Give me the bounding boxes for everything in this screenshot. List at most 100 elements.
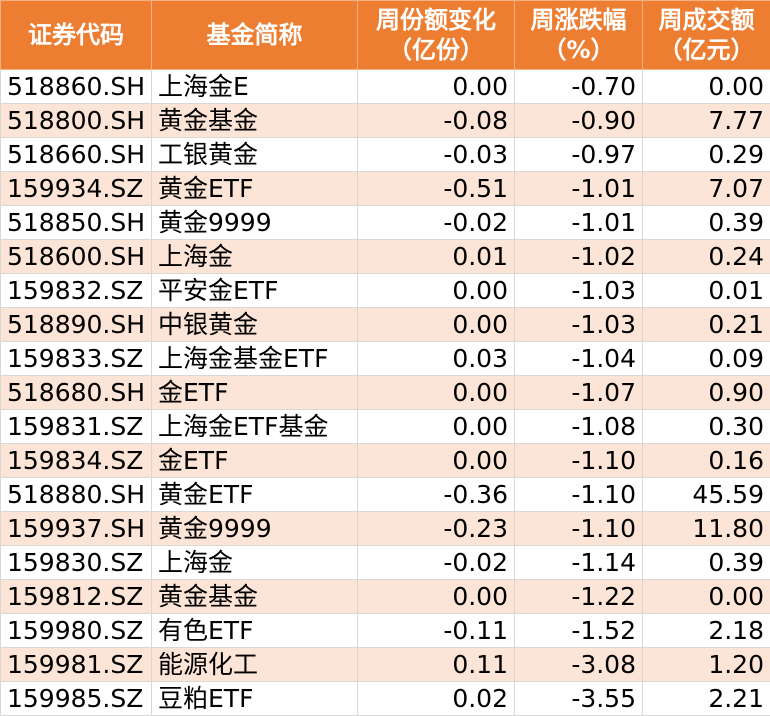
header-weekly-return-unit: （%） xyxy=(519,35,638,65)
cell-weekly-turnover: 7.07 xyxy=(643,172,770,206)
cell-security-code: 159832.SZ xyxy=(1,274,152,308)
cell-weekly-turnover: 0.09 xyxy=(643,342,770,376)
cell-security-code: 518850.SH xyxy=(1,206,152,240)
cell-security-code: 159985.SZ xyxy=(1,682,152,716)
table-row: 518860.SH上海金E0.00-0.700.00 xyxy=(1,70,770,104)
cell-share-change: -0.08 xyxy=(358,104,515,138)
cell-weekly-turnover: 0.39 xyxy=(643,206,770,240)
cell-security-code: 159831.SZ xyxy=(1,410,152,444)
cell-share-change: -0.02 xyxy=(358,546,515,580)
cell-fund-name: 有色ETF xyxy=(152,614,358,648)
cell-weekly-turnover: 1.20 xyxy=(643,648,770,682)
cell-share-change: 0.00 xyxy=(358,376,515,410)
cell-weekly-turnover: 0.00 xyxy=(643,580,770,614)
cell-fund-name: 黄金基金 xyxy=(152,104,358,138)
cell-share-change: 0.03 xyxy=(358,342,515,376)
cell-fund-name: 黄金9999 xyxy=(152,512,358,546)
cell-weekly-return: -3.55 xyxy=(515,682,643,716)
cell-share-change: -0.11 xyxy=(358,614,515,648)
cell-share-change: 0.01 xyxy=(358,240,515,274)
cell-weekly-turnover: 2.18 xyxy=(643,614,770,648)
cell-share-change: 0.00 xyxy=(358,308,515,342)
cell-security-code: 159937.SH xyxy=(1,512,152,546)
table-row: 518850.SH黄金9999-0.02-1.010.39 xyxy=(1,206,770,240)
cell-weekly-turnover: 0.29 xyxy=(643,138,770,172)
cell-weekly-turnover: 0.01 xyxy=(643,274,770,308)
cell-weekly-turnover: 0.30 xyxy=(643,410,770,444)
cell-weekly-turnover: 0.21 xyxy=(643,308,770,342)
cell-weekly-return: -3.08 xyxy=(515,648,643,682)
cell-fund-name: 上海金E xyxy=(152,70,358,104)
table-row: 518890.SH中银黄金0.00-1.030.21 xyxy=(1,308,770,342)
cell-weekly-turnover: 45.59 xyxy=(643,478,770,512)
cell-share-change: -0.02 xyxy=(358,206,515,240)
cell-fund-name: 黄金ETF xyxy=(152,172,358,206)
cell-weekly-turnover: 0.90 xyxy=(643,376,770,410)
cell-share-change: 0.00 xyxy=(358,274,515,308)
cell-fund-name: 黄金ETF xyxy=(152,478,358,512)
table-row: 518680.SH金ETF0.00-1.070.90 xyxy=(1,376,770,410)
cell-weekly-return: -0.90 xyxy=(515,104,643,138)
table-row: 159833.SZ上海金基金ETF0.03-1.040.09 xyxy=(1,342,770,376)
cell-share-change: 0.00 xyxy=(358,70,515,104)
cell-weekly-turnover: 11.80 xyxy=(643,512,770,546)
cell-security-code: 159834.SZ xyxy=(1,444,152,478)
cell-share-change: 0.00 xyxy=(358,580,515,614)
cell-weekly-return: -1.07 xyxy=(515,376,643,410)
cell-weekly-return: -0.97 xyxy=(515,138,643,172)
cell-weekly-return: -1.14 xyxy=(515,546,643,580)
cell-fund-name: 上海金ETF基金 xyxy=(152,410,358,444)
cell-share-change: 0.02 xyxy=(358,682,515,716)
cell-fund-name: 上海金 xyxy=(152,240,358,274)
cell-fund-name: 能源化工 xyxy=(152,648,358,682)
cell-weekly-return: -1.03 xyxy=(515,274,643,308)
cell-weekly-turnover: 2.21 xyxy=(643,682,770,716)
table-header: 证券代码 基金简称 周份额变化 （亿份） 周涨跌幅 （%） 周成交额 （亿元） xyxy=(1,1,770,70)
table-row: 159980.SZ有色ETF-0.11-1.522.18 xyxy=(1,614,770,648)
header-weekly-turnover-unit: （亿元） xyxy=(647,35,766,65)
table-row: 518800.SH黄金基金-0.08-0.907.77 xyxy=(1,104,770,138)
fund-table: 证券代码 基金简称 周份额变化 （亿份） 周涨跌幅 （%） 周成交额 （亿元） … xyxy=(0,0,770,716)
cell-share-change: -0.23 xyxy=(358,512,515,546)
table-row: 159985.SZ豆粕ETF0.02-3.552.21 xyxy=(1,682,770,716)
table-row: 518880.SH黄金ETF-0.36-1.1045.59 xyxy=(1,478,770,512)
cell-security-code: 518890.SH xyxy=(1,308,152,342)
cell-weekly-turnover: 0.00 xyxy=(643,70,770,104)
cell-fund-name: 豆粕ETF xyxy=(152,682,358,716)
table-row: 159934.SZ黄金ETF-0.51-1.017.07 xyxy=(1,172,770,206)
cell-weekly-return: -1.08 xyxy=(515,410,643,444)
header-weekly-turnover-title: 周成交额 xyxy=(647,5,766,35)
table-row: 518600.SH上海金0.01-1.020.24 xyxy=(1,240,770,274)
header-row: 证券代码 基金简称 周份额变化 （亿份） 周涨跌幅 （%） 周成交额 （亿元） xyxy=(1,1,770,70)
table-row: 159832.SZ平安金ETF0.00-1.030.01 xyxy=(1,274,770,308)
table-row: 159981.SZ能源化工0.11-3.081.20 xyxy=(1,648,770,682)
cell-share-change: 0.00 xyxy=(358,410,515,444)
table-row: 159937.SH黄金9999-0.23-1.1011.80 xyxy=(1,512,770,546)
cell-fund-name: 上海金基金ETF xyxy=(152,342,358,376)
cell-weekly-turnover: 0.24 xyxy=(643,240,770,274)
cell-weekly-turnover: 0.16 xyxy=(643,444,770,478)
cell-security-code: 159934.SZ xyxy=(1,172,152,206)
header-share-change-title: 周份额变化 xyxy=(362,5,510,35)
cell-security-code: 518660.SH xyxy=(1,138,152,172)
cell-security-code: 518860.SH xyxy=(1,70,152,104)
cell-security-code: 159981.SZ xyxy=(1,648,152,682)
cell-weekly-return: -1.22 xyxy=(515,580,643,614)
cell-share-change: -0.03 xyxy=(358,138,515,172)
cell-security-code: 159980.SZ xyxy=(1,614,152,648)
cell-weekly-return: -1.10 xyxy=(515,478,643,512)
cell-weekly-turnover: 7.77 xyxy=(643,104,770,138)
cell-weekly-return: -1.01 xyxy=(515,172,643,206)
cell-fund-name: 工银黄金 xyxy=(152,138,358,172)
cell-fund-name: 金ETF xyxy=(152,376,358,410)
cell-weekly-return: -1.04 xyxy=(515,342,643,376)
cell-fund-name: 黄金9999 xyxy=(152,206,358,240)
cell-security-code: 159833.SZ xyxy=(1,342,152,376)
cell-fund-name: 平安金ETF xyxy=(152,274,358,308)
header-security-code: 证券代码 xyxy=(1,1,152,70)
header-weekly-return: 周涨跌幅 （%） xyxy=(515,1,643,70)
table-row: 159834.SZ金ETF0.00-1.100.16 xyxy=(1,444,770,478)
header-weekly-return-title: 周涨跌幅 xyxy=(519,5,638,35)
header-share-change: 周份额变化 （亿份） xyxy=(358,1,515,70)
cell-weekly-return: -1.10 xyxy=(515,512,643,546)
